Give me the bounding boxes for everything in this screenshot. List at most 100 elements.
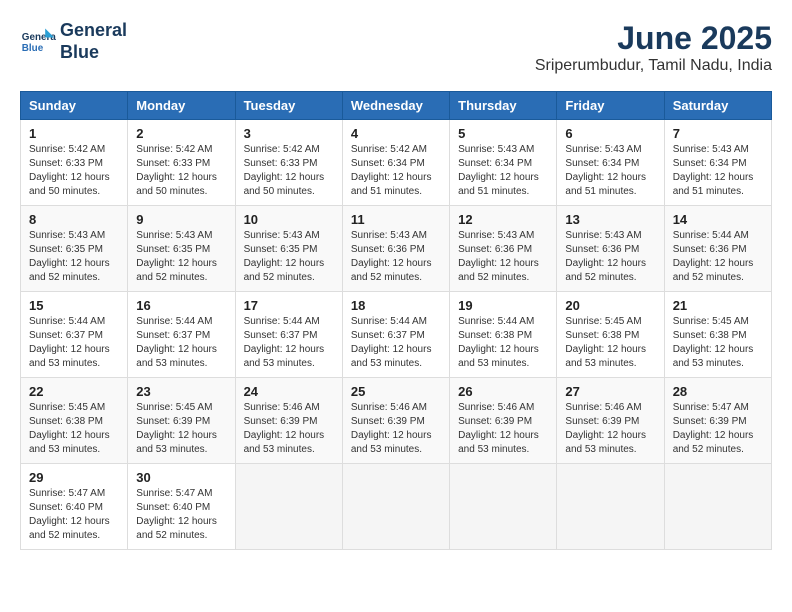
day-info: Sunrise: 5:47 AM Sunset: 6:40 PM Dayligh… xyxy=(29,487,119,543)
day-info: Sunrise: 5:45 AM Sunset: 6:38 PM Dayligh… xyxy=(565,315,655,371)
day-info: Sunrise: 5:44 AM Sunset: 6:38 PM Dayligh… xyxy=(458,315,548,371)
calendar-cell: 7 Sunrise: 5:43 AM Sunset: 6:34 PM Dayli… xyxy=(664,120,771,206)
svg-text:General: General xyxy=(22,32,56,43)
day-info: Sunrise: 5:46 AM Sunset: 6:39 PM Dayligh… xyxy=(244,401,334,457)
day-info: Sunrise: 5:46 AM Sunset: 6:39 PM Dayligh… xyxy=(351,401,441,457)
calendar-cell: 17 Sunrise: 5:44 AM Sunset: 6:37 PM Dayl… xyxy=(235,292,342,378)
calendar-cell: 4 Sunrise: 5:42 AM Sunset: 6:34 PM Dayli… xyxy=(342,120,449,206)
calendar-cell: 12 Sunrise: 5:43 AM Sunset: 6:36 PM Dayl… xyxy=(450,206,557,292)
day-info: Sunrise: 5:42 AM Sunset: 6:34 PM Dayligh… xyxy=(351,143,441,199)
day-number: 17 xyxy=(244,298,334,313)
calendar-cell: 1 Sunrise: 5:42 AM Sunset: 6:33 PM Dayli… xyxy=(21,120,128,206)
calendar-cell: 5 Sunrise: 5:43 AM Sunset: 6:34 PM Dayli… xyxy=(450,120,557,206)
day-info: Sunrise: 5:42 AM Sunset: 6:33 PM Dayligh… xyxy=(136,143,226,199)
day-number: 6 xyxy=(565,126,655,141)
calendar-cell: 24 Sunrise: 5:46 AM Sunset: 6:39 PM Dayl… xyxy=(235,378,342,464)
weekday-header-monday: Monday xyxy=(128,92,235,120)
calendar-cell: 11 Sunrise: 5:43 AM Sunset: 6:36 PM Dayl… xyxy=(342,206,449,292)
calendar-cell: 10 Sunrise: 5:43 AM Sunset: 6:35 PM Dayl… xyxy=(235,206,342,292)
day-number: 30 xyxy=(136,470,226,485)
calendar-cell: 14 Sunrise: 5:44 AM Sunset: 6:36 PM Dayl… xyxy=(664,206,771,292)
day-info: Sunrise: 5:46 AM Sunset: 6:39 PM Dayligh… xyxy=(565,401,655,457)
day-info: Sunrise: 5:43 AM Sunset: 6:35 PM Dayligh… xyxy=(29,229,119,285)
location-title: Sriperumbudur, Tamil Nadu, India xyxy=(535,57,772,75)
page-header: General Blue General Blue June 2025 Srip… xyxy=(20,20,772,75)
calendar-week-row: 1 Sunrise: 5:42 AM Sunset: 6:33 PM Dayli… xyxy=(21,120,772,206)
calendar-cell: 25 Sunrise: 5:46 AM Sunset: 6:39 PM Dayl… xyxy=(342,378,449,464)
day-number: 19 xyxy=(458,298,548,313)
weekday-header-saturday: Saturday xyxy=(664,92,771,120)
calendar-cell: 13 Sunrise: 5:43 AM Sunset: 6:36 PM Dayl… xyxy=(557,206,664,292)
day-info: Sunrise: 5:43 AM Sunset: 6:36 PM Dayligh… xyxy=(351,229,441,285)
calendar-cell: 21 Sunrise: 5:45 AM Sunset: 6:38 PM Dayl… xyxy=(664,292,771,378)
day-number: 29 xyxy=(29,470,119,485)
day-number: 22 xyxy=(29,384,119,399)
weekday-header-thursday: Thursday xyxy=(450,92,557,120)
calendar-cell xyxy=(450,464,557,550)
calendar-cell xyxy=(235,464,342,550)
day-number: 16 xyxy=(136,298,226,313)
weekday-header-row: SundayMondayTuesdayWednesdayThursdayFrid… xyxy=(21,92,772,120)
calendar-cell: 9 Sunrise: 5:43 AM Sunset: 6:35 PM Dayli… xyxy=(128,206,235,292)
day-info: Sunrise: 5:45 AM Sunset: 6:38 PM Dayligh… xyxy=(29,401,119,457)
weekday-header-tuesday: Tuesday xyxy=(235,92,342,120)
calendar-cell: 30 Sunrise: 5:47 AM Sunset: 6:40 PM Dayl… xyxy=(128,464,235,550)
day-info: Sunrise: 5:47 AM Sunset: 6:39 PM Dayligh… xyxy=(673,401,763,457)
title-section: June 2025 Sriperumbudur, Tamil Nadu, Ind… xyxy=(535,20,772,75)
day-info: Sunrise: 5:43 AM Sunset: 6:36 PM Dayligh… xyxy=(458,229,548,285)
day-number: 4 xyxy=(351,126,441,141)
calendar-cell: 19 Sunrise: 5:44 AM Sunset: 6:38 PM Dayl… xyxy=(450,292,557,378)
day-info: Sunrise: 5:43 AM Sunset: 6:35 PM Dayligh… xyxy=(244,229,334,285)
calendar-cell: 6 Sunrise: 5:43 AM Sunset: 6:34 PM Dayli… xyxy=(557,120,664,206)
day-info: Sunrise: 5:47 AM Sunset: 6:40 PM Dayligh… xyxy=(136,487,226,543)
day-number: 10 xyxy=(244,212,334,227)
day-number: 15 xyxy=(29,298,119,313)
day-number: 23 xyxy=(136,384,226,399)
day-number: 14 xyxy=(673,212,763,227)
calendar-cell: 22 Sunrise: 5:45 AM Sunset: 6:38 PM Dayl… xyxy=(21,378,128,464)
day-info: Sunrise: 5:44 AM Sunset: 6:37 PM Dayligh… xyxy=(244,315,334,371)
calendar-cell: 15 Sunrise: 5:44 AM Sunset: 6:37 PM Dayl… xyxy=(21,292,128,378)
calendar-cell: 28 Sunrise: 5:47 AM Sunset: 6:39 PM Dayl… xyxy=(664,378,771,464)
day-info: Sunrise: 5:45 AM Sunset: 6:39 PM Dayligh… xyxy=(136,401,226,457)
day-number: 5 xyxy=(458,126,548,141)
calendar-cell: 2 Sunrise: 5:42 AM Sunset: 6:33 PM Dayli… xyxy=(128,120,235,206)
logo: General Blue General Blue xyxy=(20,20,127,63)
calendar-cell xyxy=(557,464,664,550)
day-number: 8 xyxy=(29,212,119,227)
day-info: Sunrise: 5:44 AM Sunset: 6:36 PM Dayligh… xyxy=(673,229,763,285)
day-info: Sunrise: 5:46 AM Sunset: 6:39 PM Dayligh… xyxy=(458,401,548,457)
day-info: Sunrise: 5:44 AM Sunset: 6:37 PM Dayligh… xyxy=(136,315,226,371)
day-number: 13 xyxy=(565,212,655,227)
day-number: 21 xyxy=(673,298,763,313)
day-number: 12 xyxy=(458,212,548,227)
day-info: Sunrise: 5:44 AM Sunset: 6:37 PM Dayligh… xyxy=(29,315,119,371)
day-number: 27 xyxy=(565,384,655,399)
calendar-week-row: 22 Sunrise: 5:45 AM Sunset: 6:38 PM Dayl… xyxy=(21,378,772,464)
svg-text:Blue: Blue xyxy=(22,43,44,54)
day-number: 20 xyxy=(565,298,655,313)
weekday-header-wednesday: Wednesday xyxy=(342,92,449,120)
calendar-week-row: 15 Sunrise: 5:44 AM Sunset: 6:37 PM Dayl… xyxy=(21,292,772,378)
calendar-cell xyxy=(664,464,771,550)
calendar-cell: 3 Sunrise: 5:42 AM Sunset: 6:33 PM Dayli… xyxy=(235,120,342,206)
day-number: 25 xyxy=(351,384,441,399)
calendar-cell: 26 Sunrise: 5:46 AM Sunset: 6:39 PM Dayl… xyxy=(450,378,557,464)
day-info: Sunrise: 5:44 AM Sunset: 6:37 PM Dayligh… xyxy=(351,315,441,371)
calendar-cell: 23 Sunrise: 5:45 AM Sunset: 6:39 PM Dayl… xyxy=(128,378,235,464)
month-title: June 2025 xyxy=(535,20,772,57)
calendar-cell: 29 Sunrise: 5:47 AM Sunset: 6:40 PM Dayl… xyxy=(21,464,128,550)
weekday-header-friday: Friday xyxy=(557,92,664,120)
calendar-cell: 8 Sunrise: 5:43 AM Sunset: 6:35 PM Dayli… xyxy=(21,206,128,292)
day-info: Sunrise: 5:42 AM Sunset: 6:33 PM Dayligh… xyxy=(29,143,119,199)
day-info: Sunrise: 5:42 AM Sunset: 6:33 PM Dayligh… xyxy=(244,143,334,199)
day-number: 18 xyxy=(351,298,441,313)
calendar-cell: 20 Sunrise: 5:45 AM Sunset: 6:38 PM Dayl… xyxy=(557,292,664,378)
day-number: 11 xyxy=(351,212,441,227)
calendar-table: SundayMondayTuesdayWednesdayThursdayFrid… xyxy=(20,91,772,550)
day-info: Sunrise: 5:43 AM Sunset: 6:36 PM Dayligh… xyxy=(565,229,655,285)
weekday-header-sunday: Sunday xyxy=(21,92,128,120)
logo-text: General Blue xyxy=(60,20,127,63)
day-number: 28 xyxy=(673,384,763,399)
calendar-cell: 16 Sunrise: 5:44 AM Sunset: 6:37 PM Dayl… xyxy=(128,292,235,378)
